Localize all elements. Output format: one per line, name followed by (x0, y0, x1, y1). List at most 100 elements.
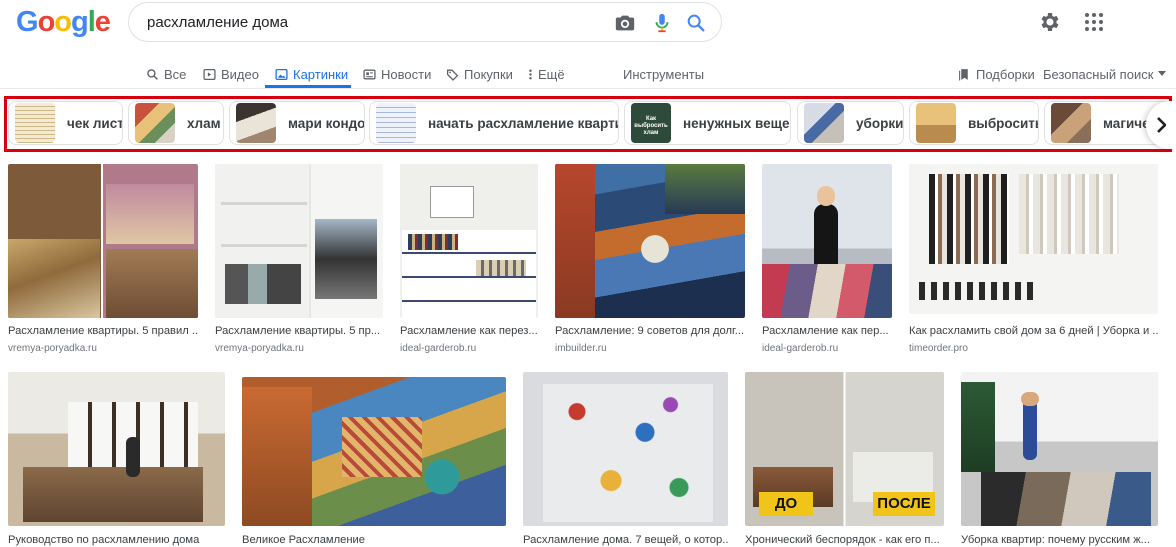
chip-thumbnail (916, 103, 956, 143)
chip-thumbnail (804, 103, 844, 143)
image-result[interactable]: Расхламление квартиры. 5 правил ... vrem… (8, 164, 198, 354)
chip-label: выбросить (968, 115, 1039, 131)
tab-video[interactable]: Видео (203, 60, 259, 88)
logo-letter: e (94, 6, 111, 38)
tab-label: Видео (221, 66, 259, 82)
result-site[interactable]: imbuilder.ru (555, 343, 745, 354)
chip-marie-kondo[interactable]: мари кондо (229, 101, 365, 145)
image-result[interactable]: Расхламление дома. 7 вещей, о котор... (523, 372, 728, 547)
result-thumbnail[interactable] (242, 377, 506, 526)
result-title[interactable]: Расхламление: 9 советов для долг... (555, 325, 745, 337)
chip-thumbnail: Как выбросить хлам (631, 103, 671, 143)
chip-thumbnail (135, 103, 175, 143)
image-result[interactable]: Расхламление: 9 советов для долг... imbu… (555, 164, 745, 354)
tab-label: Ещё (538, 66, 565, 82)
safe-search-label: Безопасный поиск (1043, 66, 1154, 82)
chip-cleaning[interactable]: уборки (797, 101, 904, 145)
chip-throw-away[interactable]: выбросить (909, 101, 1039, 145)
tab-tools[interactable]: Инструменты (623, 60, 704, 88)
result-title[interactable]: Великое Расхламление (242, 534, 506, 546)
result-site[interactable]: vremya-poryadka.ru (215, 343, 383, 354)
result-thumbnail[interactable] (909, 164, 1158, 314)
chip-label: ненужных вещей (683, 115, 791, 131)
result-title[interactable]: Расхламление квартиры. 5 пр... (215, 325, 383, 337)
tab-label: Картинки (293, 66, 349, 82)
image-result[interactable]: Уборка квартир: почему русским ж... (961, 372, 1158, 547)
search-input[interactable] (147, 3, 607, 41)
chip-label: мари кондо (288, 115, 365, 131)
tab-label: Покупки (464, 66, 513, 82)
result-title[interactable]: Как расхламить свой дом за 6 дней | Убор… (909, 325, 1158, 337)
result-thumbnail[interactable] (400, 164, 538, 318)
image-result[interactable]: ДО ПОСЛЕ Хронический беспорядок - как ег… (745, 372, 944, 547)
image-result[interactable]: Великое Расхламление (242, 377, 506, 547)
result-site[interactable]: ideal-garderob.ru (400, 343, 538, 354)
tab-all[interactable]: Все (146, 60, 186, 88)
google-logo[interactable]: Google (16, 6, 111, 39)
more-vertical-icon (529, 68, 532, 80)
apps-grid-icon[interactable] (1082, 10, 1106, 34)
result-thumbnail[interactable] (215, 164, 383, 318)
chip-unneeded-things[interactable]: Как выбросить хлам ненужных вещей (624, 101, 791, 145)
chip-junk[interactable]: хлам (128, 101, 224, 145)
image-result[interactable]: Расхламление как перез... ideal-garderob… (400, 164, 538, 354)
chip-start-decluttering[interactable]: начать расхламление квартиры (369, 101, 619, 145)
image-result[interactable]: Руководство по расхламлению дома (8, 372, 225, 547)
result-title[interactable]: Руководство по расхламлению дома (8, 534, 225, 546)
result-thumbnail[interactable] (555, 164, 745, 318)
image-result[interactable]: Расхламление квартиры. 5 пр... vremya-po… (215, 164, 383, 354)
collections-label: Подборки (976, 66, 1035, 82)
image-result[interactable]: Расхламление как пер... ideal-garderob.r… (762, 164, 892, 354)
search-icon (147, 68, 158, 80)
result-title[interactable]: Уборка квартир: почему русским ж... (961, 534, 1158, 546)
tab-more[interactable]: Ещё (528, 60, 565, 88)
result-site[interactable]: vremya-poryadka.ru (8, 343, 198, 354)
logo-letter: g (71, 6, 89, 38)
tab-shopping[interactable]: Покупки (446, 60, 513, 88)
logo-letter: G (16, 6, 39, 38)
tab-images[interactable]: Картинки (275, 60, 348, 88)
result-title[interactable]: Расхламление дома. 7 вещей, о котор... (523, 534, 728, 546)
result-thumbnail[interactable] (8, 372, 225, 526)
result-site[interactable]: timeorder.pro (909, 343, 1158, 354)
chip-label: чек лист (67, 115, 123, 131)
chevron-right-icon (1157, 117, 1166, 133)
result-thumbnail[interactable] (961, 372, 1158, 526)
after-label: ПОСЛЕ (873, 492, 935, 516)
image-result[interactable]: Как расхламить свой дом за 6 дней | Убор… (909, 164, 1158, 354)
collections-link[interactable]: Подборки (958, 60, 1035, 88)
result-title[interactable]: Расхламление как перез... (400, 325, 538, 337)
dropdown-arrow-icon (1158, 71, 1167, 76)
chip-thumbnail (15, 103, 55, 143)
play-icon (203, 68, 216, 80)
microphone-icon[interactable] (651, 12, 673, 34)
chip-label: хлам (187, 115, 221, 131)
tag-icon (446, 69, 459, 81)
camera-icon[interactable] (614, 12, 636, 34)
chip-checklist[interactable]: чек лист (8, 101, 123, 145)
search-icon[interactable] (685, 12, 707, 34)
chip-label: уборки (856, 115, 904, 131)
result-thumbnail[interactable]: ДО ПОСЛЕ (745, 372, 944, 526)
result-title[interactable]: Хронический беспорядок - как его п... (745, 534, 944, 546)
news-icon (363, 69, 376, 79)
tab-news[interactable]: Новости (363, 60, 431, 88)
result-thumbnail[interactable] (762, 164, 892, 318)
settings-gear-icon[interactable] (1038, 10, 1062, 34)
header-divider (0, 88, 1176, 89)
result-thumbnail[interactable] (8, 164, 198, 318)
logo-letter: l (87, 6, 96, 38)
result-thumbnail[interactable] (523, 372, 728, 526)
tab-label: Все (164, 66, 187, 82)
result-title[interactable]: Расхламление квартиры. 5 правил ... (8, 325, 198, 337)
tab-label: Новости (381, 66, 432, 82)
chip-thumbnail (236, 103, 276, 143)
bookmark-icon (959, 68, 968, 80)
result-title[interactable]: Расхламление как пер... (762, 325, 892, 337)
search-box (128, 2, 722, 42)
chip-thumbnail (1051, 103, 1091, 143)
chip-label: начать расхламление квартиры (428, 115, 618, 131)
tab-label: Инструменты (623, 66, 705, 82)
safe-search-toggle[interactable]: Безопасный поиск (1043, 60, 1167, 88)
result-site[interactable]: ideal-garderob.ru (762, 343, 892, 354)
